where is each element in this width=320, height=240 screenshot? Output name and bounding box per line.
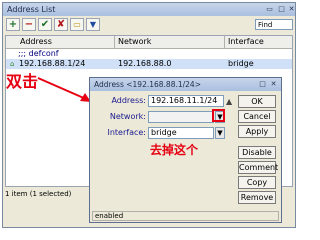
address-field[interactable]: 192.168.11.1/24 — [148, 95, 224, 107]
remove-button[interactable]: Remove — [238, 191, 276, 204]
enable-check-icon[interactable]: ✔ — [38, 18, 52, 31]
close-icon[interactable]: ✕ — [287, 5, 296, 13]
dialog-title-bar[interactable]: Address <192.168.88.1/24> □ ✕ — [90, 78, 281, 91]
find-input[interactable]: Find — [255, 19, 293, 30]
dialog-status: enabled — [92, 211, 279, 221]
disable-x-icon[interactable]: ✘ — [54, 18, 68, 31]
network-label: Network: — [109, 112, 146, 121]
apply-button[interactable]: Apply — [238, 125, 276, 138]
network-field[interactable] — [148, 111, 214, 123]
comment-icon[interactable]: ▭ — [70, 18, 84, 31]
cell-interface: bridge — [228, 59, 254, 68]
window-title: Address List — [7, 5, 56, 14]
window-title-bar[interactable]: Address List ▭ □ ✕ — [3, 3, 295, 16]
filter-icon[interactable]: ▼ — [86, 18, 100, 31]
dialog-maximize-icon[interactable]: □ — [258, 80, 267, 88]
comment-row[interactable]: ;;; defconf — [6, 49, 292, 59]
column-header-network[interactable]: Network — [118, 36, 151, 48]
column-header-address[interactable]: Address — [20, 36, 52, 48]
interface-select[interactable]: bridge — [148, 127, 214, 139]
annotation-arrow-icon — [37, 77, 91, 102]
interface-label: Interface: — [107, 128, 146, 137]
dialog-title: Address <192.168.88.1/24> — [94, 80, 201, 89]
annotation-double-click: 双击 — [6, 72, 39, 91]
table-header: Address Network Interface — [6, 36, 292, 49]
comment-text: ;;; defconf — [18, 49, 59, 58]
copy-button[interactable]: Copy — [238, 176, 276, 189]
address-label: Address: — [111, 96, 146, 105]
maximize-icon[interactable]: □ — [277, 5, 286, 13]
interface-dropdown-button[interactable]: ▼ — [215, 127, 225, 139]
comment-button[interactable]: Comment — [238, 161, 278, 174]
cell-network: 192.168.88.0 — [118, 59, 172, 68]
minimize-icon[interactable]: ▭ — [265, 5, 274, 13]
ok-button[interactable]: OK — [238, 95, 276, 108]
annotation-remove-this: 去掉这个 — [150, 143, 199, 157]
remove-icon[interactable]: − — [22, 18, 36, 31]
column-header-interface[interactable]: Interface — [228, 36, 264, 48]
address-dropdown-icon[interactable]: ▲ — [226, 97, 232, 106]
toolbar: + − ✔ ✘ ▭ ▼ Find — [3, 17, 295, 33]
cancel-button[interactable]: Cancel — [238, 110, 276, 123]
add-icon[interactable]: + — [6, 18, 20, 31]
highlight-box — [212, 109, 225, 122]
dialog-close-icon[interactable]: ✕ — [269, 80, 278, 88]
disable-button[interactable]: Disable — [238, 146, 276, 159]
